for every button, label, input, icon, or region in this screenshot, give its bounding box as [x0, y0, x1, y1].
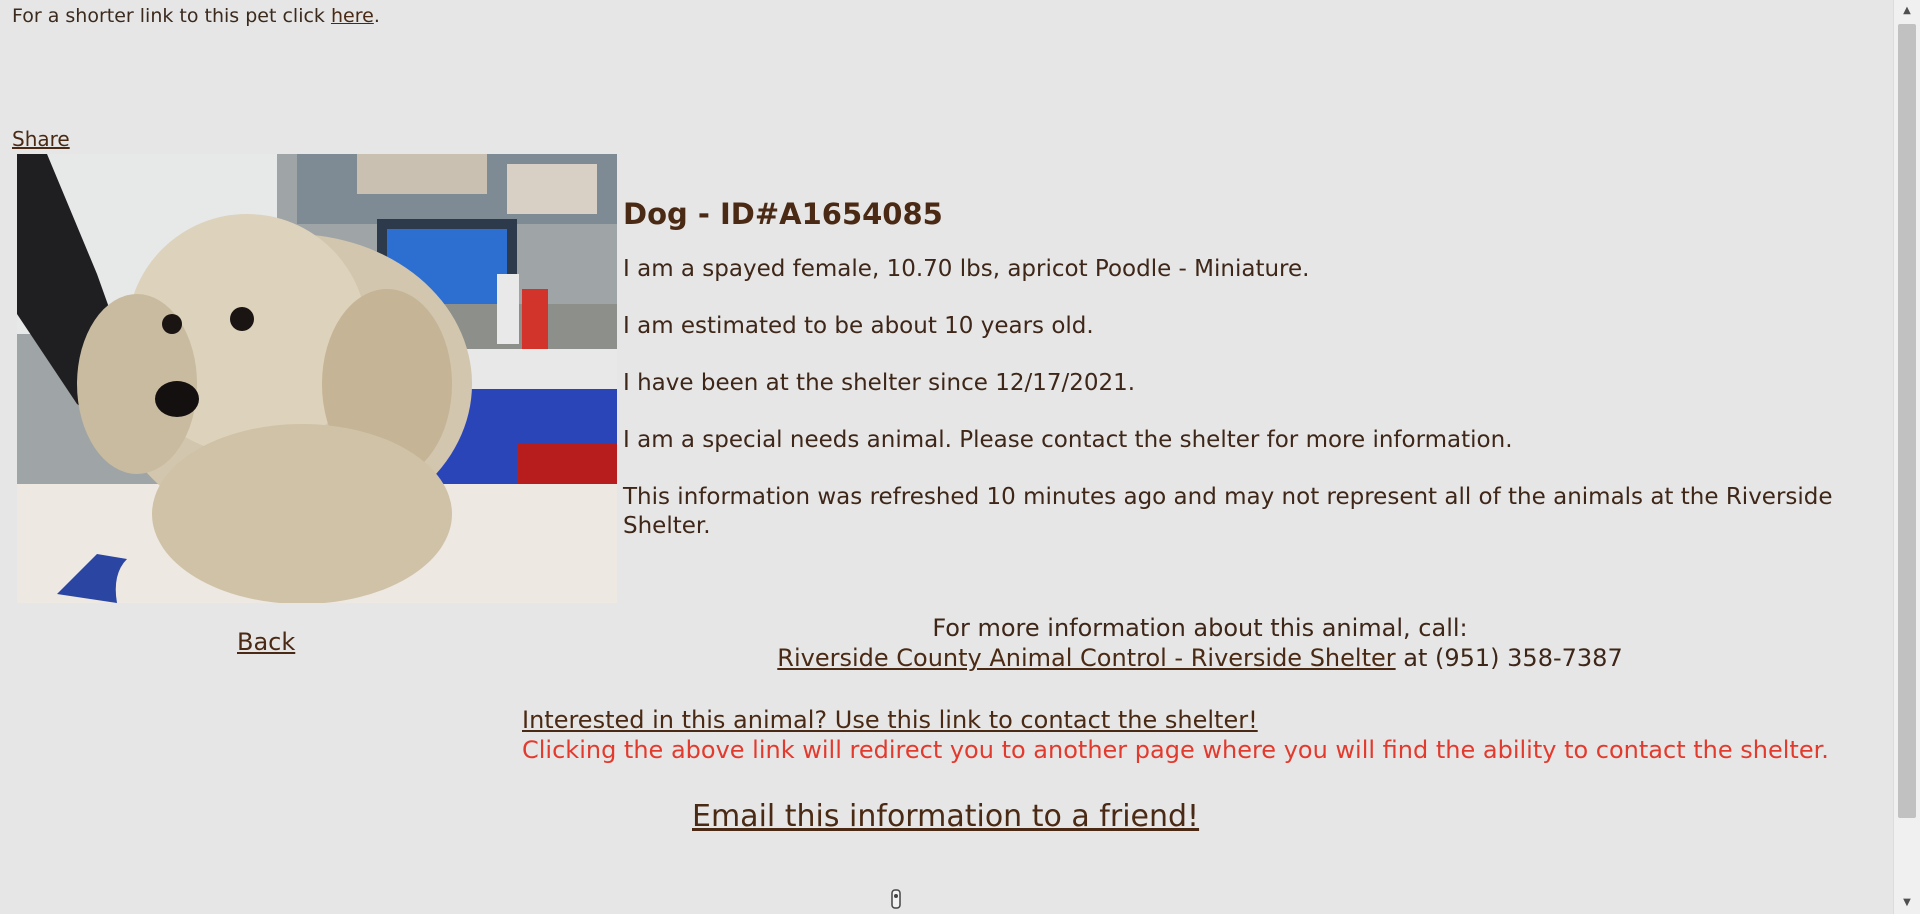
redirect-note: Clicking the above link will redirect yo…	[522, 736, 1829, 764]
pet-description: I am a spayed female, 10.70 lbs, apricot…	[623, 256, 1310, 282]
vertical-scrollbar[interactable]: ▲ ▼	[1893, 0, 1920, 914]
contact-line: Riverside County Animal Control - Rivers…	[620, 643, 1780, 673]
pet-info: Dog - ID#A1654085 I am a spayed female, …	[623, 197, 1883, 569]
email-friend-link[interactable]: Email this information to a friend!	[692, 799, 1199, 834]
scroll-down-icon[interactable]: ▼	[1894, 892, 1920, 914]
scroll-thumb[interactable]	[1898, 24, 1916, 818]
pet-special-needs: I am a special needs animal. Please cont…	[623, 427, 1513, 453]
poodle-photo-illustration	[17, 154, 617, 603]
scroll-up-icon[interactable]: ▲	[1894, 0, 1920, 22]
shortlink-here-link[interactable]: here	[331, 5, 374, 27]
back-link[interactable]: Back	[237, 628, 295, 656]
contact-section: For more information about this animal, …	[620, 613, 1780, 673]
shortlink-prefix: For a shorter link to this pet click	[12, 5, 331, 27]
contact-shelter-link[interactable]: Interested in this animal? Use this link…	[522, 705, 1258, 735]
pet-age: I am estimated to be about 10 years old.	[623, 313, 1094, 339]
shortlink-line: For a shorter link to this pet click her…	[12, 5, 380, 27]
share-link[interactable]: Share	[12, 127, 70, 151]
shelter-link[interactable]: Riverside County Animal Control - Rivers…	[777, 644, 1395, 672]
shelter-phone: at (951) 358-7387	[1395, 644, 1623, 672]
pet-photo	[17, 154, 617, 603]
loading-icon	[888, 888, 904, 910]
pet-shelter-since: I have been at the shelter since 12/17/2…	[623, 370, 1136, 396]
contact-intro: For more information about this animal, …	[932, 614, 1468, 642]
shortlink-suffix: .	[373, 5, 380, 27]
pet-detail-page: For a shorter link to this pet click her…	[0, 0, 1894, 914]
pet-title: Dog - ID#A1654085	[623, 197, 943, 231]
refresh-note: This information was refreshed 10 minute…	[623, 484, 1833, 539]
